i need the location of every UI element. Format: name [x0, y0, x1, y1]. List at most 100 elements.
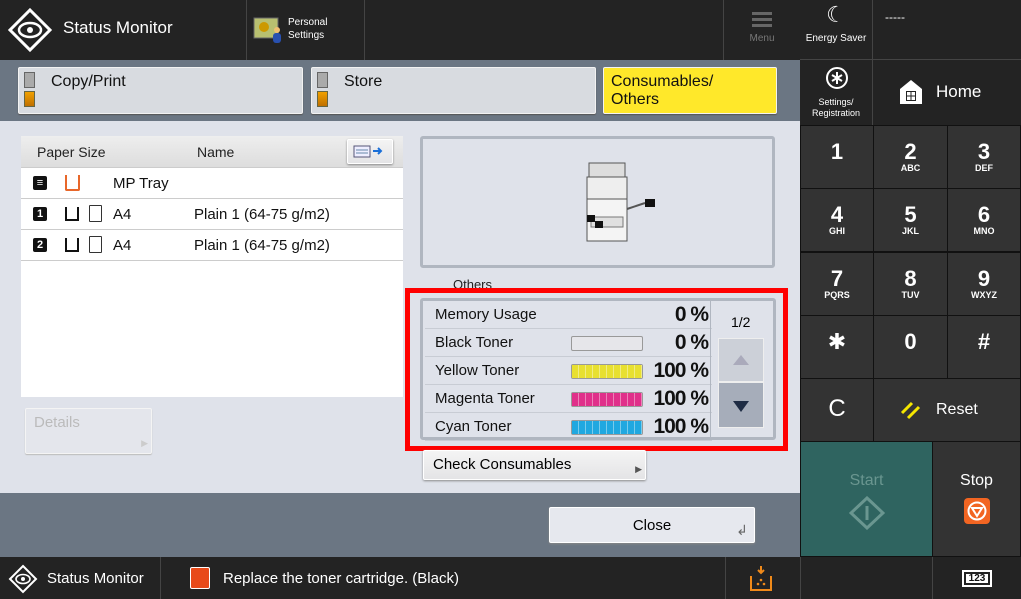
consumable-label: Yellow Toner [435, 362, 520, 379]
start-icon [848, 495, 885, 531]
key-digit: 2 [904, 139, 917, 164]
status-monitor-icon [7, 7, 53, 53]
keypad-key[interactable]: # [947, 314, 1021, 379]
keypad-key[interactable]: 3 DEF [947, 125, 1021, 189]
table-row[interactable]: ≡ MP Tray [21, 168, 403, 199]
key-letters: GHI [828, 226, 845, 237]
home-button[interactable]: Home [874, 60, 1021, 125]
numeric-keypad-button[interactable]: 123 [962, 570, 992, 587]
close-label: Close [632, 517, 672, 534]
personal-settings-icon [253, 17, 281, 43]
scroll-up-button[interactable] [718, 338, 764, 382]
status-lamp-icon [317, 72, 328, 88]
clear-key[interactable]: C [800, 378, 874, 442]
paper-stack-icon [65, 238, 79, 252]
check-consumables-button[interactable]: Check Consumables ▶ [423, 450, 646, 480]
tab-bar: Copy/Print Store Consumables/ Others [0, 60, 800, 121]
control-panel: ☾ Energy Saver ----- Settings/ Registrat… [800, 0, 1021, 557]
status-lamp-icon [24, 72, 35, 88]
consumable-row: Black Toner 0 % [425, 329, 712, 357]
settings-icon [826, 67, 848, 89]
consumable-value: 100 % [653, 359, 709, 382]
keypad-key[interactable]: ✱ [800, 314, 874, 379]
check-consumables-label: Check Consumables [433, 456, 572, 473]
settings-registration-button[interactable]: Settings/ Registration [800, 60, 873, 125]
keypad-key[interactable]: 8 TUV [873, 251, 948, 316]
paper-stack-icon [65, 207, 79, 221]
status-monitor-icon [8, 564, 38, 594]
key-digit: 4 [830, 202, 844, 228]
tray-icon: ≡ [33, 176, 47, 190]
key-letters: TUV [901, 289, 920, 300]
key-digit: 0 [904, 328, 917, 354]
app-title: Status Monitor [63, 18, 173, 37]
status-bar: Status Monitor Replace the toner cartrid… [0, 557, 1021, 599]
consumable-label: Memory Usage [435, 306, 537, 323]
return-icon: ↲ [736, 522, 748, 538]
level-bar [571, 364, 643, 379]
keypad-key[interactable]: 7 PQRS [800, 251, 874, 316]
job-status-icon[interactable] [748, 565, 774, 593]
tab-store[interactable]: Store [311, 67, 596, 114]
start-label: Start [849, 472, 884, 489]
start-button[interactable]: Start [800, 441, 933, 557]
key-letters: WXYZ [971, 289, 997, 300]
moon-icon: ☾ [826, 2, 846, 27]
chevron-right-icon: ▶ [635, 464, 642, 474]
paper-size: A4 [113, 206, 132, 223]
table-row[interactable]: 2 A4 Plain 1 (64-75 g/m2) [21, 230, 403, 261]
chevron-right-icon: ▶ [141, 438, 148, 448]
paper-name: Plain 1 (64-75 g/m2) [194, 237, 330, 254]
keypad-key[interactable]: 0 [873, 314, 948, 379]
menu-icon [752, 12, 772, 27]
column-paper-size: Paper Size [37, 144, 106, 160]
mp-tray-icon [65, 175, 80, 191]
tab-label: Consumables/ Others [611, 73, 714, 108]
toner-warning-icon [190, 567, 210, 589]
paper-name: Plain 1 (64-75 g/m2) [194, 206, 330, 223]
scroll-down-button[interactable] [718, 382, 764, 428]
key-letters: PQRS [824, 289, 850, 300]
menu-button[interactable]: Menu [724, 0, 800, 60]
key-letters: ABC [900, 163, 921, 173]
key-letters: MNO [973, 226, 995, 237]
drawer-number-icon: 2 [33, 238, 47, 252]
details-label: Details [34, 414, 80, 431]
stop-icon [963, 498, 990, 524]
key-digit: 9 [977, 265, 991, 291]
tab-copy-print[interactable]: Copy/Print [18, 67, 303, 114]
key-digit: 1 [830, 139, 844, 164]
tab-consumables-others[interactable]: Consumables/ Others [603, 67, 777, 114]
reset-key[interactable]: Reset [873, 378, 1021, 442]
key-digit: 8 [904, 265, 917, 291]
arrow-down-icon [733, 401, 749, 412]
keypad-key[interactable]: 1 [800, 125, 874, 189]
drawer-number-icon: 1 [33, 207, 47, 221]
table-row[interactable]: 1 A4 Plain 1 (64-75 g/m2) [21, 199, 403, 230]
keypad-key[interactable]: 2 ABC [873, 125, 948, 189]
reset-icon [900, 401, 921, 420]
details-button[interactable]: Details ▶ [25, 408, 152, 454]
personal-settings-button[interactable]: Personal Settings [247, 0, 364, 60]
keypad-key[interactable]: 6 MNO [947, 188, 1021, 253]
stop-button[interactable]: Stop [932, 441, 1021, 557]
list-view-button[interactable] [347, 139, 393, 164]
paper-orientation-icon [89, 236, 102, 253]
status-monitor-button[interactable]: Status Monitor [47, 570, 144, 587]
keypad-key[interactable]: 9 WXYZ [947, 251, 1021, 316]
consumable-row: Cyan Toner 100 % [425, 413, 712, 441]
consumable-value: 100 % [653, 415, 709, 438]
key-digit: 3 [977, 139, 991, 164]
stop-label: Stop [960, 472, 993, 489]
home-icon [900, 80, 922, 104]
keypad-key[interactable]: 4 GHI [800, 188, 874, 253]
level-bar [571, 336, 643, 351]
warning-lamp-icon [24, 91, 35, 107]
consumable-label: Magenta Toner [435, 390, 535, 407]
close-button[interactable]: Close ↲ [549, 507, 755, 543]
energy-saver-button[interactable]: ☾ Energy Saver [800, 0, 873, 60]
keypad-key[interactable]: 5 JKL [873, 188, 948, 253]
page-indicator: 1/2 [731, 314, 751, 330]
key-digit: 7 [830, 265, 844, 291]
list-view-icon [353, 145, 383, 158]
